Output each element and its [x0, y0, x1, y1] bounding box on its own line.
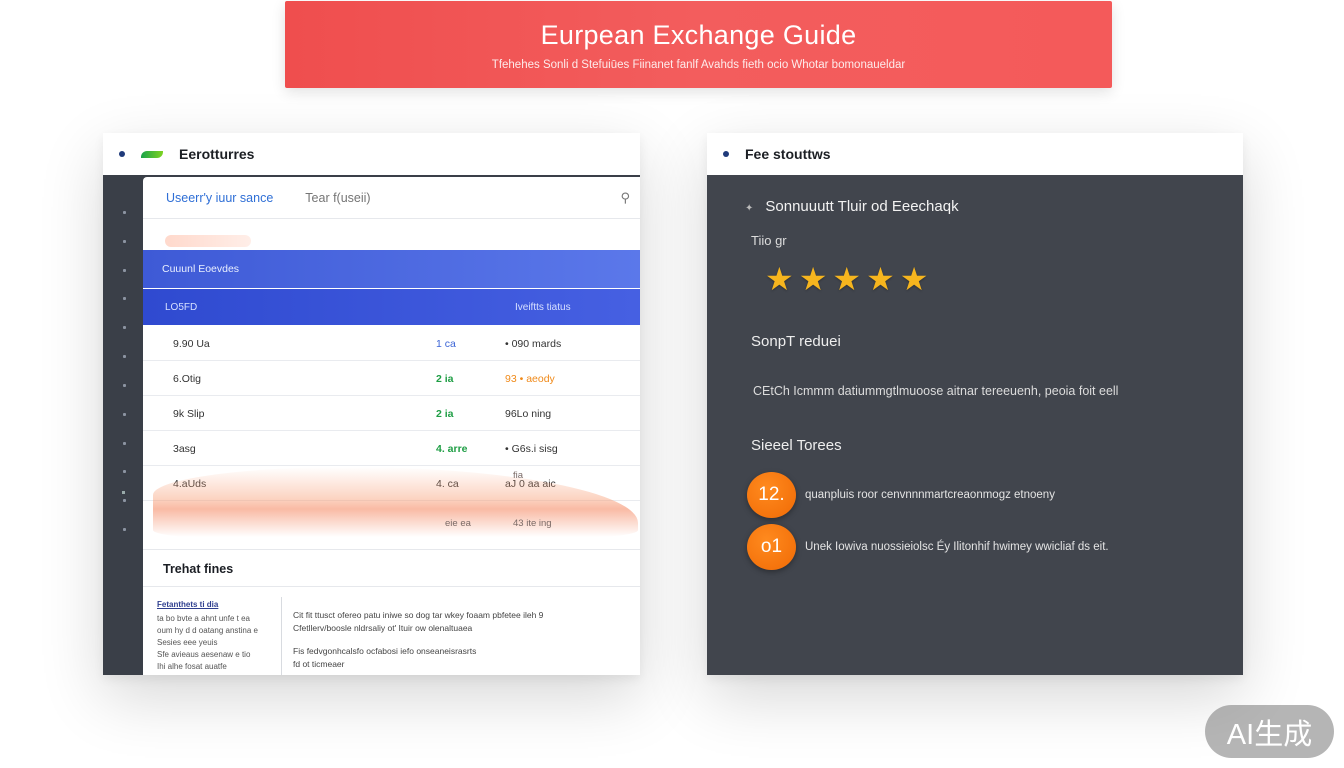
table-cell: 9.90 Ua — [173, 338, 210, 350]
header-banner: Eurpean Exchange Guide Tfehehes Sonli d … — [285, 1, 1112, 88]
sidebar-marker — [122, 491, 125, 494]
overlay-label: 43 ite ing — [513, 518, 552, 529]
table-row[interactable]: 4.aUds 4. ca aJ 0 aa aic — [143, 466, 640, 501]
search-icon[interactable]: ⚲ — [620, 190, 630, 206]
exchange-table: 9.90 Ua 1 ca • 090 mards 6.Otig 2 ia 93 … — [143, 326, 640, 501]
table-cell: 6.Otig — [173, 373, 202, 385]
ai-generated-watermark: AI生成 — [1205, 705, 1334, 758]
trend-summary-line: oum hy d d oatang anstina e — [157, 626, 258, 635]
panel-header: Eerotturres — [103, 133, 640, 175]
star-icon[interactable]: ★ — [765, 263, 794, 295]
leaf-icon — [141, 150, 163, 158]
table-row[interactable]: 9.90 Ua 1 ca • 090 mards — [143, 326, 640, 361]
search-label[interactable]: Useerr'y iuur sance — [166, 191, 273, 205]
panel-title: Fee stouttws — [745, 146, 831, 162]
star-icon[interactable]: ★ — [799, 263, 828, 295]
table-banner: Cuuunl Eoevdes — [143, 250, 640, 288]
panel-title: Eerotturres — [179, 146, 255, 162]
tip-item[interactable]: 12. quanpluis roor cenvnnnmartcreaonmogz… — [747, 472, 1055, 518]
tip-text: Unek Iowiva nuossieiolsc Éy Ilitonhif hw… — [805, 541, 1109, 553]
table-cell: 2 ia — [436, 408, 454, 420]
feedback-title-text: Sonnuuutt Tluir od Eeechaqk — [765, 198, 959, 215]
table-cell: 93 • aeody — [505, 373, 555, 385]
table-cell: 4.aUds — [173, 478, 207, 490]
table-cell: 3asg — [173, 443, 196, 455]
overlay-label: fia — [513, 470, 524, 481]
content-sheet: Useerr'y iuur sance ⚲ Cuuunl Eoevdes LO5… — [143, 177, 640, 675]
column-header-right[interactable]: Iveiftts tiatus — [515, 302, 571, 313]
star-rating[interactable]: ★ ★ ★ ★ ★ — [765, 263, 928, 295]
feedback-panel: Fee stouttws ✦ Sonnuuutt Tluir od Eeechaq… — [707, 133, 1243, 675]
trend-detail-line: Cfetllerv/boosle nldrsaliy ot' Ituir ow … — [293, 623, 473, 633]
exchange-features-panel: Eerotturres Useerr'y iuur sance ⚲ Cuuunl… — [103, 133, 640, 675]
tip-text: quanpluis roor cenvnnnmartcreaonmogz etn… — [805, 489, 1055, 501]
star-icon[interactable]: ★ — [832, 263, 861, 295]
table-row[interactable]: 9k Slip 2 ia 96Lo ning — [143, 396, 640, 431]
column-header-left[interactable]: LO5FD — [165, 302, 197, 313]
trend-summary-line: Sfe avieaus aesenaw e tio — [157, 650, 251, 659]
number-badge: 12. — [747, 472, 796, 518]
trend-summary-line: ta bo bvte a ahnt unfe t ea — [157, 614, 250, 623]
trend-summary-line: Ihi alhe fosat auatfe — [157, 662, 227, 671]
table-cell: 1 ca — [436, 338, 456, 350]
trends-title: Trehat fines — [143, 549, 640, 587]
table-header: LO5FD Iveiftts tiatus — [143, 289, 640, 325]
table-banner-label: Cuuunl Eoevdes — [162, 263, 240, 275]
trend-details: Cit fit ttusct ofereo patu iniwe so dog … — [293, 609, 623, 675]
table-cell: 4. arre — [436, 443, 468, 455]
trend-detail-line: fd ot ticmeaer — [293, 659, 345, 669]
divider — [281, 597, 282, 675]
search-input[interactable] — [305, 190, 586, 205]
table-cell: 2 ia — [436, 373, 454, 385]
sidebar-scale — [119, 211, 129, 531]
feedback-title: ✦ Sonnuuutt Tluir od Eeechaqk — [745, 198, 959, 215]
trend-summary-line: Sesies eee yeuis — [157, 638, 218, 647]
search-bar: Useerr'y iuur sance ⚲ — [143, 177, 640, 219]
arrow-icon: ✦ — [745, 203, 754, 214]
feedback-text: CEtCh Icmmm datiummgtlmuoose aitnar tere… — [753, 384, 1119, 398]
star-icon[interactable]: ★ — [866, 263, 895, 295]
panel-header: Fee stouttws — [707, 133, 1243, 175]
number-badge: o1 — [747, 524, 796, 570]
table-cell: 9k Slip — [173, 408, 205, 420]
trend-summary: Fetanthets ti dia ta bo bvte a ahnt unfe… — [157, 599, 269, 673]
trend-detail-line: Cit fit ttusct ofereo patu iniwe so dog … — [293, 610, 544, 620]
bullet-icon — [723, 151, 729, 157]
star-icon[interactable]: ★ — [900, 263, 929, 295]
table-row[interactable]: 6.Otig 2 ia 93 • aeody — [143, 361, 640, 396]
table-cell: 96Lo ning — [505, 408, 552, 420]
highlight-pill — [165, 235, 251, 247]
table-cell: • G6s.i sisg — [505, 443, 558, 455]
overlay-label: eie ea — [445, 518, 471, 529]
page-title: Eurpean Exchange Guide — [540, 20, 857, 50]
table-cell: 4. ca — [436, 478, 459, 490]
table-cell: • 090 mards — [505, 338, 562, 350]
trend-detail-line: Fis fedvgonhcalsfo ocfabosi iefo onseane… — [293, 646, 477, 656]
section-heading: SonpT reduei — [751, 333, 841, 350]
table-row[interactable]: 3asg 4. arre • G6s.i sisg — [143, 431, 640, 466]
trend-summary-heading[interactable]: Fetanthets ti dia — [157, 599, 269, 611]
rating-label: Tiio gr — [751, 233, 787, 248]
tip-item[interactable]: o1 Unek Iowiva nuossieiolsc Éy Ilitonhif… — [747, 524, 1109, 570]
page-subtitle: Tfehehes Sonli d Stefuiūes Fiinanet fanl… — [491, 59, 906, 71]
section-heading: Sieeel Torees — [751, 437, 842, 454]
bullet-icon — [119, 151, 125, 157]
